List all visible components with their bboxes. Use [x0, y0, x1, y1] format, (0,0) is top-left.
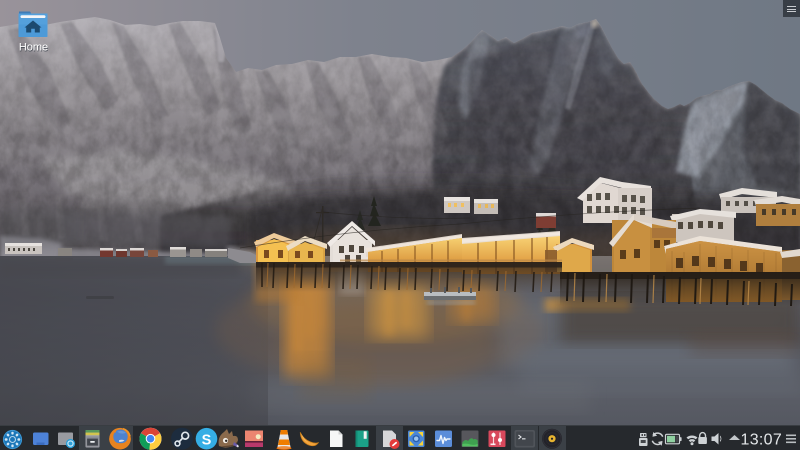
- svg-text:Home: Home: [19, 42, 48, 54]
- svg-text:13:07: 13:07: [741, 431, 783, 448]
- svg-text:S: S: [202, 432, 212, 448]
